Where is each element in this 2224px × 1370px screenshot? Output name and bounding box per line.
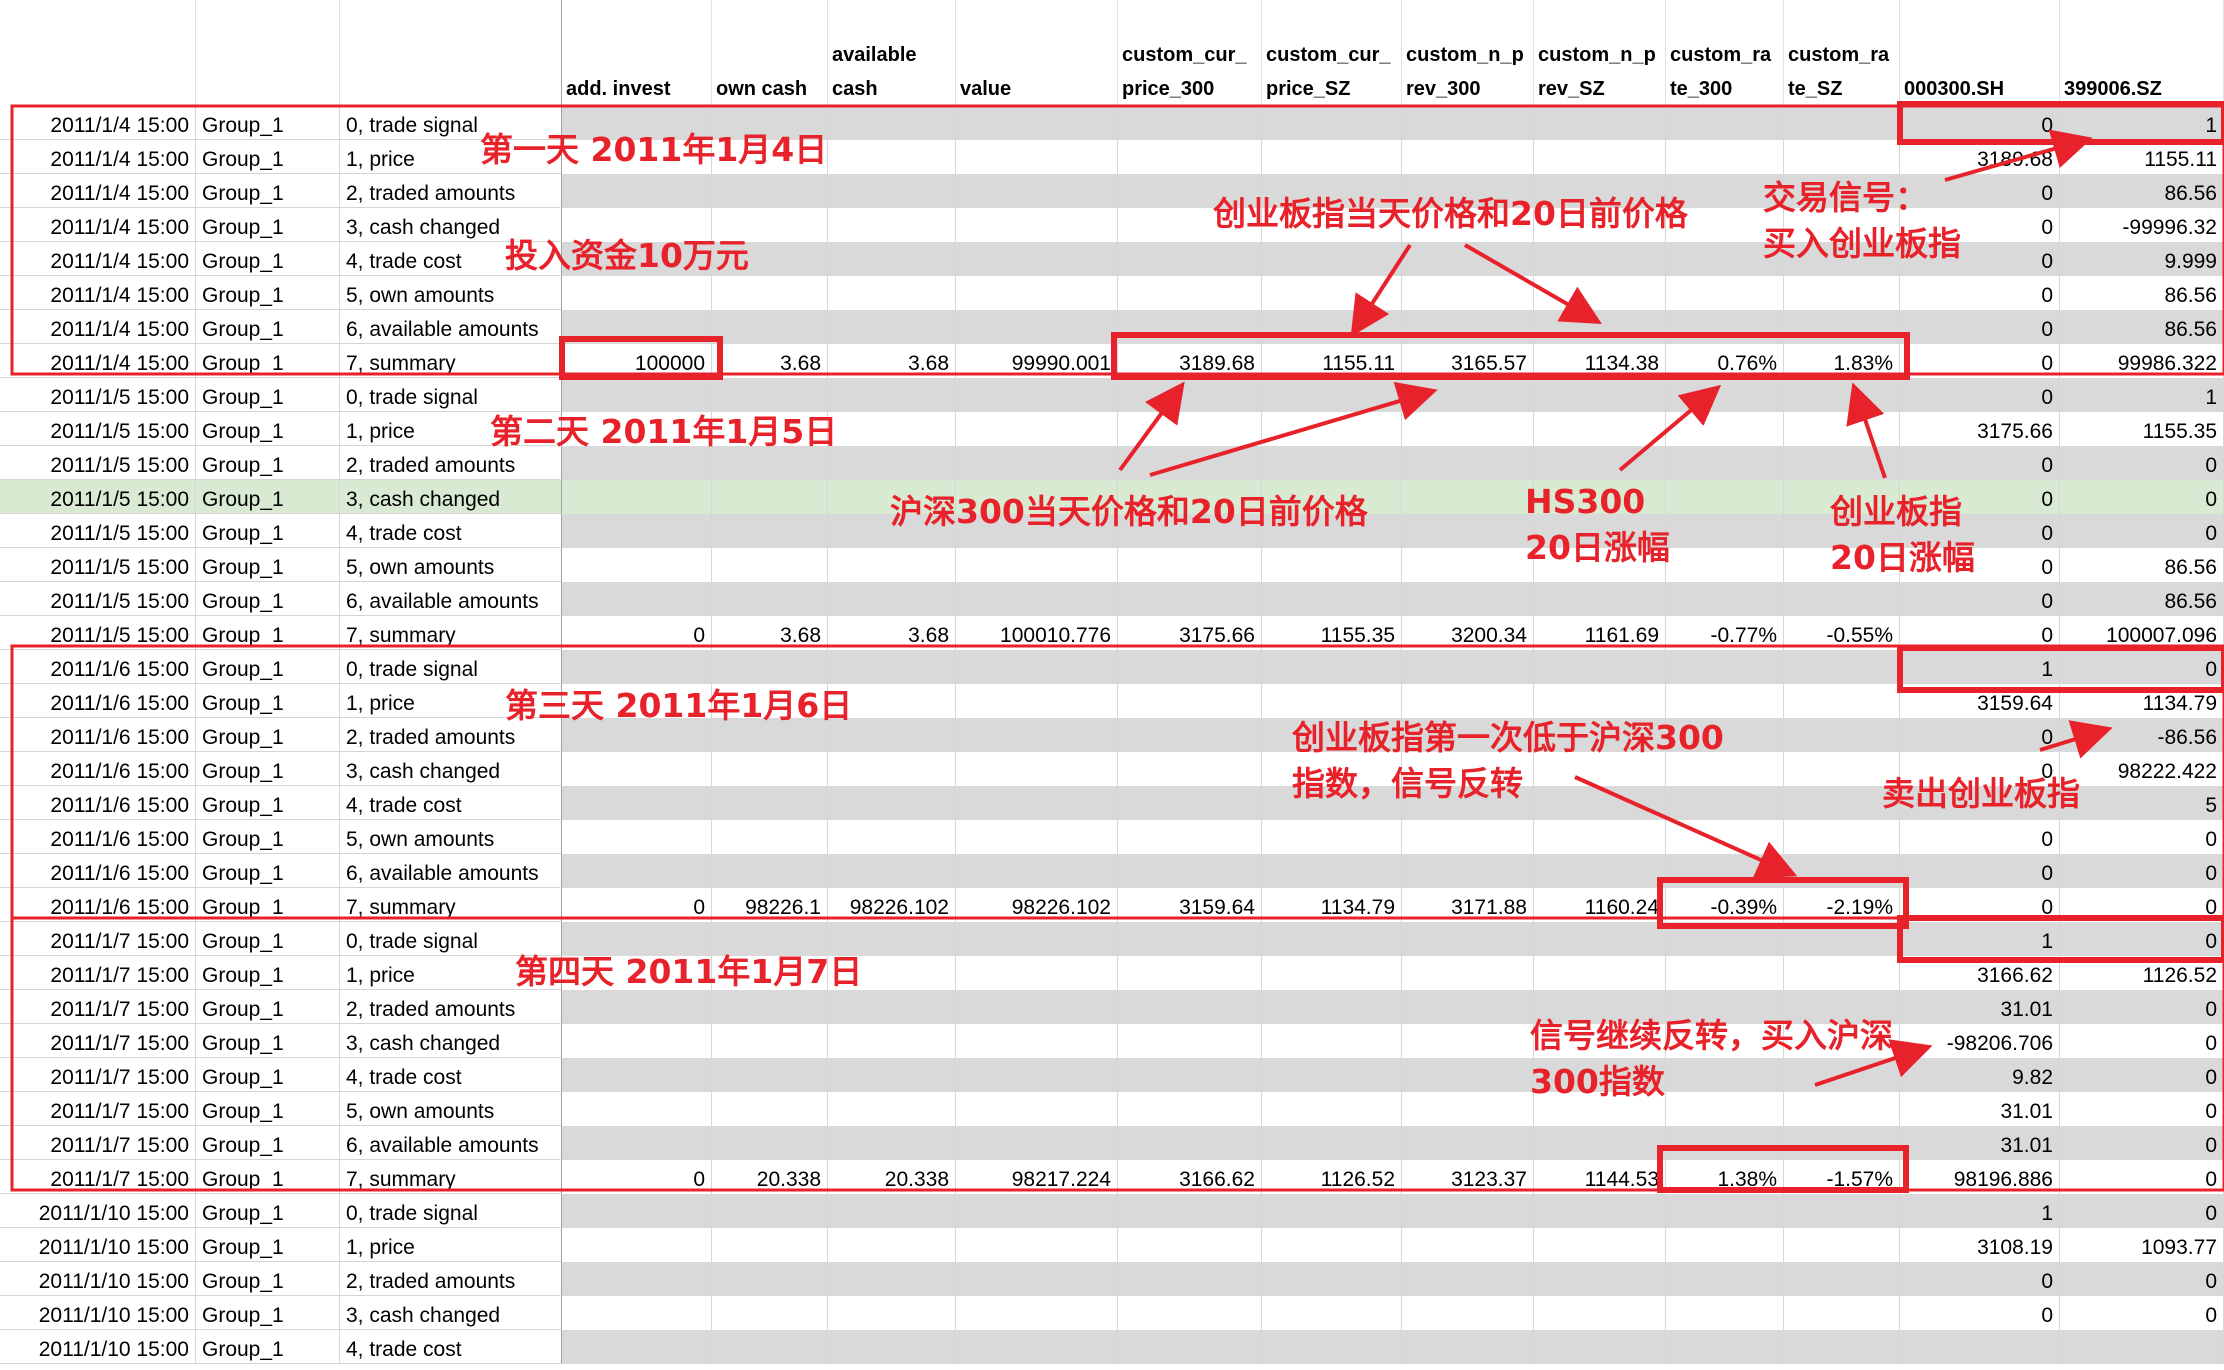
arrow-hs-price-1 [1118,381,1185,472]
annotation-day2: 第二天 2011年1月5日 [490,412,838,451]
annotation-hs-rate-1: HS300 [1525,482,1646,521]
annotation-hs-prices: 沪深300当天价格和20日前价格 [890,492,1368,531]
signal-box-day4 [1897,915,2224,963]
arrow-cy-price-1 [1350,243,1412,337]
invest-box [559,336,723,380]
annotation-cy-rate-1: 创业板指 [1830,492,1962,531]
annotation-buy-hs-2: 300指数 [1530,1062,1665,1101]
arrow-hs-rate [1618,384,1722,472]
annotation-signal-buy: 买入创业板指 [1763,224,1961,263]
arrow-cy-rate [1846,382,1887,479]
arrow-cy-price-2 [1464,243,1602,324]
signal-box-day1 [1897,101,2224,145]
annotation-day4: 第四天 2011年1月7日 [515,952,863,991]
rates-box-day4 [1657,1145,1909,1193]
annotation-buy-hs-1: 信号继续反转，买入沪深 [1530,1016,1893,1055]
annotation-day3: 第三天 2011年1月6日 [505,686,853,725]
annotation-cy-rate-2: 20日涨幅 [1830,538,1975,577]
annotation-day1: 第一天 2011年1月4日 [480,130,828,169]
annotation-invest: 投入资金10万元 [505,236,749,275]
annotation-cy-prices: 创业板指当天价格和20日前价格 [1213,194,1688,233]
arrow-sell [2039,720,2113,759]
annotation-reverse-1: 创业板指第一次低于沪深300 [1292,718,1724,757]
annotation-sell: 卖出创业板指 [1882,774,2080,813]
annotation-signal-title: 交易信号： [1763,178,1928,217]
annotation-hs-rate-2: 20日涨幅 [1525,528,1670,567]
arrow-reverse [1574,775,1798,879]
arrow-signal-buy [1944,129,2093,182]
arrow-hs-price-2 [1149,381,1438,477]
signal-box-day3 [1897,645,2224,693]
annotation-reverse-2: 指数，信号反转 [1292,764,1523,803]
prices-box-day1 [1111,332,1910,380]
